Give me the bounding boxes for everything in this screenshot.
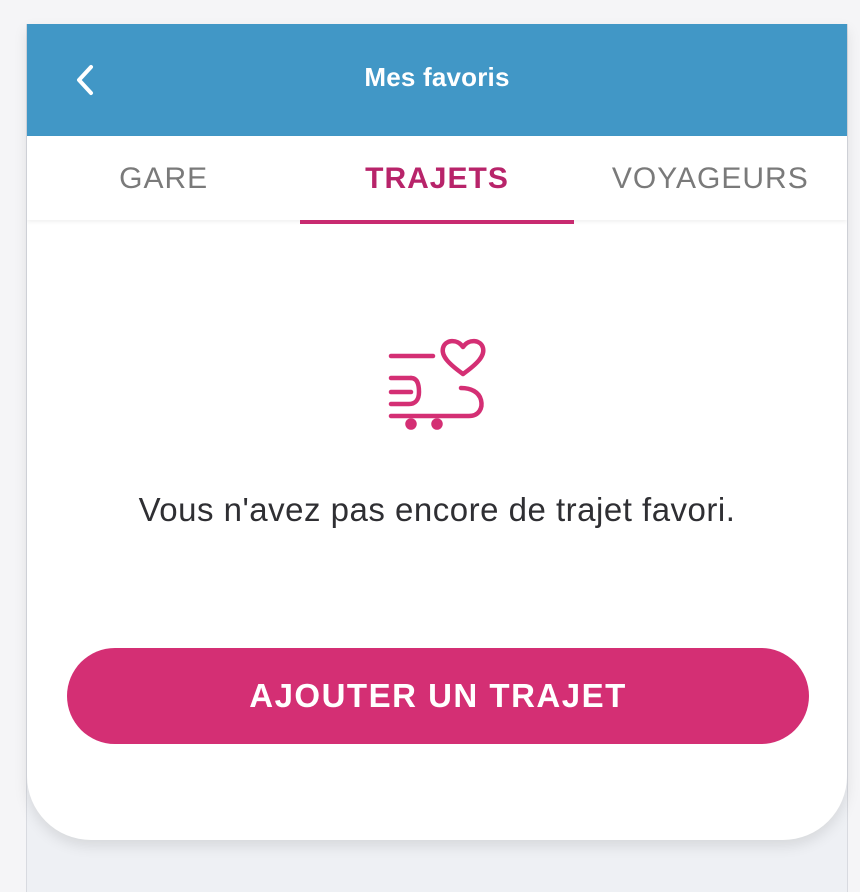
page: Mes favoris GARE TRAJETS VOYAGEURS Vous … <box>0 0 860 892</box>
page-title: Mes favoris <box>364 62 510 92</box>
empty-state-message: Vous n'avez pas encore de trajet favori. <box>138 491 736 528</box>
add-trip-button[interactable]: AJOUTER UN TRAJET <box>67 648 809 744</box>
train-heart-icon <box>388 338 486 430</box>
app-header: Mes favoris <box>27 24 847 136</box>
app-screen: Mes favoris GARE TRAJETS VOYAGEURS Vous … <box>26 24 848 892</box>
tab-voyageurs[interactable]: VOYAGEURS <box>574 136 847 220</box>
tab-trajets[interactable]: TRAJETS <box>300 136 574 224</box>
tab-gare[interactable]: GARE <box>27 136 300 220</box>
tab-bar: GARE TRAJETS VOYAGEURS <box>27 136 847 224</box>
favorites-card: Mes favoris GARE TRAJETS VOYAGEURS Vous … <box>27 24 847 840</box>
